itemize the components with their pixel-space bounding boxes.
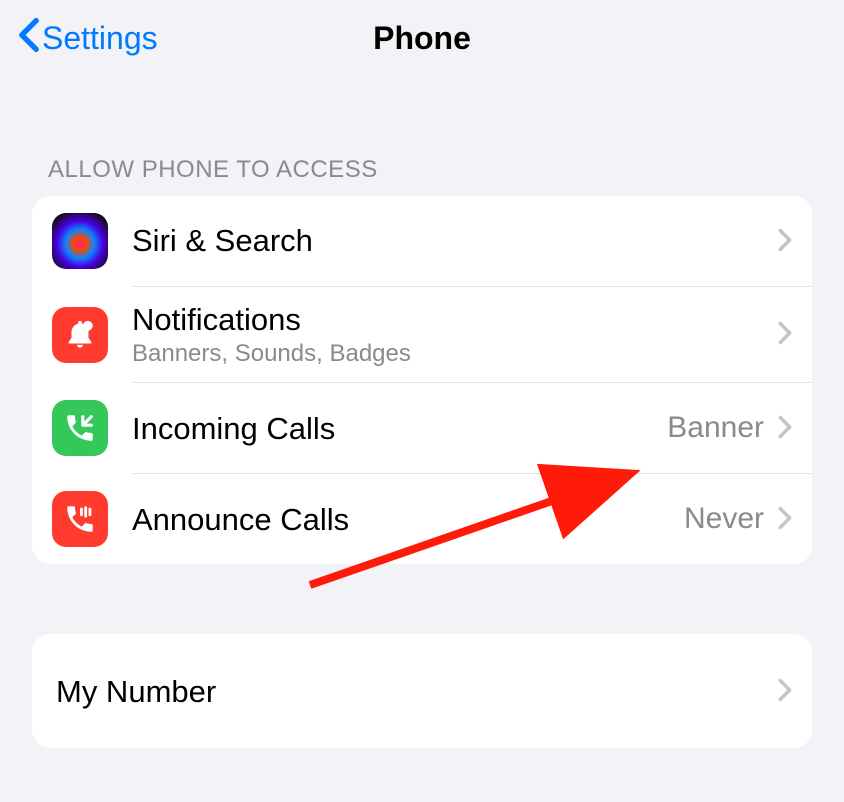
back-button[interactable]: Settings [18, 17, 158, 59]
chevron-right-icon [778, 410, 792, 447]
chevron-right-icon [778, 673, 792, 710]
row-subtitle: Banners, Sounds, Badges [132, 340, 774, 368]
row-main: Incoming Calls [132, 397, 667, 459]
announce-calls-icon [52, 491, 108, 547]
row-main: Notifications Banners, Sounds, Badges [132, 301, 774, 368]
incoming-calls-value: Banner [667, 411, 764, 445]
row-label: My Number [56, 673, 774, 710]
row-incoming-calls[interactable]: Incoming Calls Banner [32, 383, 812, 473]
siri-icon [52, 213, 108, 269]
notifications-icon [52, 307, 108, 363]
row-main: My Number [56, 660, 774, 722]
section-header-access: Allow Phone to access [32, 156, 812, 196]
row-label: Notifications [132, 301, 774, 338]
incoming-call-icon [52, 400, 108, 456]
chevron-right-icon [778, 316, 792, 353]
row-label: Siri & Search [132, 222, 774, 259]
row-my-number[interactable]: My Number [32, 634, 812, 748]
chevron-right-icon [778, 501, 792, 538]
row-notifications[interactable]: Notifications Banners, Sounds, Badges [32, 287, 812, 382]
section-access: Allow Phone to access Siri & Search [0, 156, 844, 748]
row-label: Incoming Calls [132, 410, 667, 447]
back-label: Settings [42, 20, 158, 57]
chevron-right-icon [778, 223, 792, 260]
row-main: Announce Calls [132, 488, 684, 550]
settings-group-access: Siri & Search Notifications Banners, Sou… [32, 196, 812, 564]
nav-header: Settings Phone [0, 0, 844, 76]
row-main: Siri & Search [132, 210, 774, 272]
row-label: Announce Calls [132, 501, 684, 538]
chevron-left-icon [18, 17, 40, 59]
page-title: Phone [373, 20, 471, 57]
row-announce-calls[interactable]: Announce Calls Never [32, 474, 812, 564]
row-siri-search[interactable]: Siri & Search [32, 196, 812, 286]
announce-calls-value: Never [684, 502, 764, 536]
settings-group-number: My Number [32, 634, 812, 748]
